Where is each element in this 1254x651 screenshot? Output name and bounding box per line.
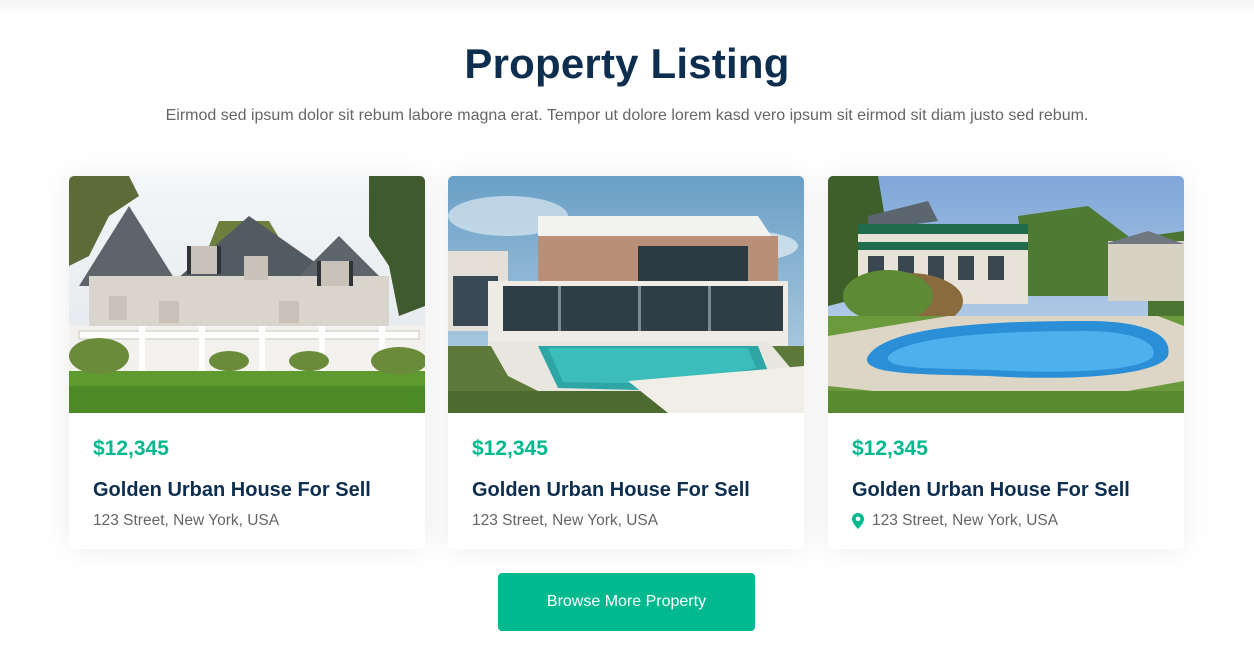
property-address: 123 Street, New York, USA: [472, 511, 658, 531]
section-subtitle: Eirmod sed ipsum dolor sit rebum labore …: [165, 107, 1089, 124]
property-image[interactable]: [448, 176, 804, 413]
property-card[interactable]: $12,345 Golden Urban House For Sell 123 …: [69, 176, 425, 549]
property-price: $12,345: [472, 437, 548, 460]
header-shadow: [0, 0, 1254, 14]
browse-more-property-button[interactable]: Browse More Property: [498, 573, 755, 631]
property-price: $12,345: [93, 437, 169, 460]
property-address: 123 Street, New York, USA: [852, 511, 1058, 531]
property-image[interactable]: [828, 176, 1184, 413]
property-address-text: 123 Street, New York, USA: [93, 512, 280, 529]
map-marker-icon: [852, 513, 864, 529]
property-address: 123 Street, New York, USA: [93, 511, 279, 531]
property-name[interactable]: Golden Urban House For Sell: [93, 478, 371, 502]
property-card[interactable]: $12,345 Golden Urban House For Sell 123 …: [448, 176, 804, 549]
property-name[interactable]: Golden Urban House For Sell: [852, 478, 1130, 502]
property-list: $12,345 Golden Urban House For Sell 123 …: [69, 176, 1185, 549]
property-address-text: 123 Street, New York, USA: [872, 512, 1059, 529]
property-card[interactable]: $12,345 Golden Urban House For Sell 123 …: [828, 176, 1184, 549]
property-price: $12,345: [852, 437, 928, 460]
property-name[interactable]: Golden Urban House For Sell: [472, 478, 750, 502]
property-image[interactable]: [69, 176, 425, 413]
section-title: Property Listing: [464, 40, 790, 87]
property-address-text: 123 Street, New York, USA: [472, 512, 659, 529]
